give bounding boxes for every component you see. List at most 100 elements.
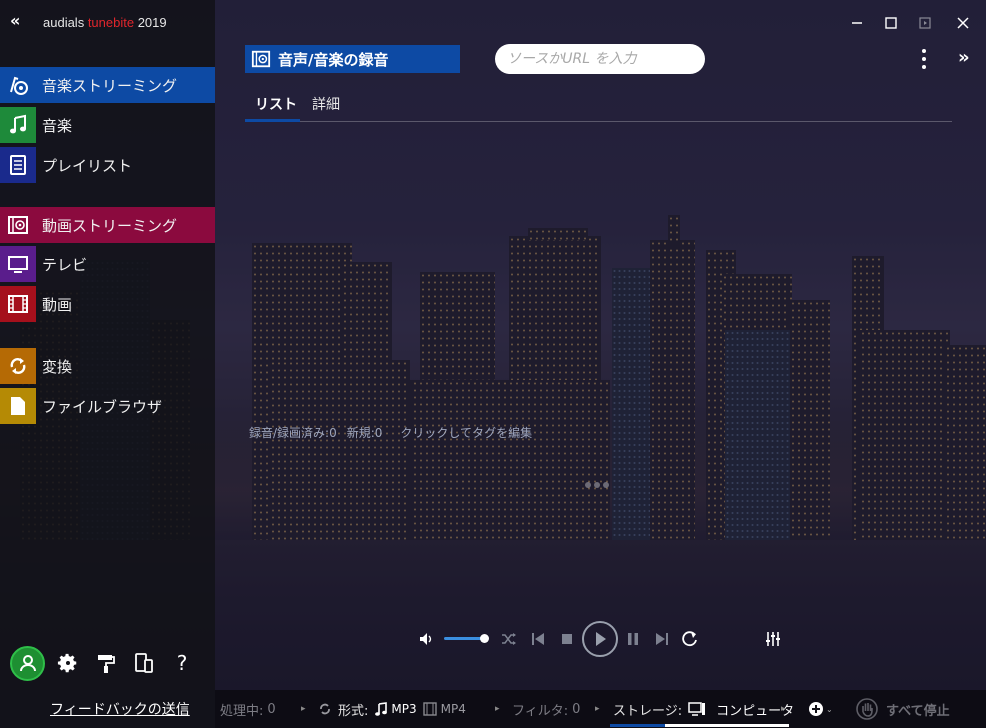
mini-mode-icon <box>919 17 931 29</box>
devices-button[interactable] <box>125 646 163 680</box>
new-label: 新規: <box>346 426 375 440</box>
add-button[interactable]: ⌄ <box>808 690 833 728</box>
sidebar-item-music[interactable]: 音楽 <box>0 107 215 143</box>
format-selector[interactable]: 形式: MP3 MP4 <box>318 690 466 728</box>
sidebar-item-label: 音楽 <box>42 116 73 135</box>
filter-status[interactable]: フィルタ: 0 <box>512 690 580 728</box>
storage-selector[interactable]: ストレージ: コンピュータ <box>613 690 794 728</box>
expand-panel-button[interactable]: » <box>958 47 970 68</box>
source-url-input[interactable] <box>495 44 705 74</box>
page-title-text: 音声/音楽の録音 <box>278 50 389 69</box>
volume-button[interactable] <box>417 621 437 657</box>
recorded-stat: 録音/録画済み:0 <box>249 424 337 441</box>
tab-details[interactable]: 詳細 <box>312 94 340 121</box>
sidebar-item-tv[interactable]: テレビ <box>0 246 215 282</box>
close-icon <box>957 17 969 29</box>
sidebar-item-convert[interactable]: 変換 <box>0 348 215 384</box>
tab-list[interactable]: リスト <box>255 94 297 121</box>
kebab-dot <box>922 57 926 61</box>
new-stat: 新規:0 <box>347 424 383 441</box>
sidebar-item-label: プレイリスト <box>42 156 133 175</box>
filter-count: 0 <box>572 701 581 717</box>
brand-highlight: tunebite <box>87 15 135 30</box>
format-audio: MP3 <box>391 702 417 716</box>
minimize-button[interactable] <box>846 12 868 34</box>
sidebar-item-label: テレビ <box>42 255 88 274</box>
playlist-icon <box>0 147 36 183</box>
chevron-down-icon: ⌄ <box>826 704 833 714</box>
volume-slider-handle[interactable] <box>479 634 489 643</box>
sidebar-item-label: 音楽ストリーミング <box>42 76 178 95</box>
view-tabs: リスト 詳細 <box>245 90 952 122</box>
close-button[interactable] <box>952 12 974 34</box>
next-button[interactable] <box>652 621 672 657</box>
convert-icon <box>0 348 36 384</box>
pause-button[interactable] <box>623 621 643 657</box>
help-icon: ? <box>176 651 188 675</box>
mini-mode-button[interactable] <box>914 12 936 34</box>
app-brand: audials tunebite 2019 <box>43 15 167 30</box>
stop-button[interactable] <box>557 621 577 657</box>
loading-indicator <box>585 482 609 488</box>
kebab-dot <box>922 65 926 69</box>
computer-icon <box>688 702 706 716</box>
next-icon <box>656 633 668 645</box>
gear-icon <box>57 653 77 673</box>
page-title: 音声/音楽の録音 <box>245 45 460 73</box>
shuffle-button[interactable] <box>499 621 519 657</box>
user-account-button[interactable] <box>10 645 45 681</box>
recording-stats: 録音/録画済み:0 新規:0 クリックしてタグを編集 <box>249 424 532 441</box>
previous-button[interactable] <box>528 621 548 657</box>
maximize-button[interactable] <box>880 12 902 34</box>
skin-button[interactable] <box>87 646 125 680</box>
repeat-icon <box>682 631 697 647</box>
sidebar-item-music-streaming[interactable]: 音楽ストリーミング <box>0 67 215 103</box>
edit-tags-link[interactable]: クリックしてタグを編集 <box>400 424 532 441</box>
sidebar-item-label: 変換 <box>42 357 73 376</box>
play-icon <box>596 632 606 646</box>
equalizer-button[interactable] <box>763 621 783 657</box>
stop-all-button[interactable]: すべて停止 <box>856 690 950 728</box>
sidebar-item-file-browser[interactable]: ファイルブラウザ <box>0 388 215 424</box>
sidebar-tools: ? <box>10 645 210 681</box>
new-count: 0 <box>374 426 383 440</box>
music-streaming-icon <box>0 67 36 103</box>
play-button[interactable] <box>582 621 618 657</box>
hand-stop-icon <box>856 698 878 720</box>
active-tab-indicator <box>245 119 300 122</box>
storage-indicator <box>610 724 789 727</box>
music-note-icon <box>375 702 388 716</box>
stop-all-label: すべて停止 <box>886 703 950 719</box>
previous-icon <box>532 633 544 645</box>
shuffle-icon <box>502 633 516 645</box>
pause-icon <box>628 633 638 645</box>
sidebar-header: « audials tunebite 2019 <box>0 0 215 44</box>
sidebar-item-video[interactable]: 動画 <box>0 286 215 322</box>
user-icon <box>19 655 36 672</box>
audio-recording-icon <box>251 50 271 68</box>
repeat-button[interactable] <box>679 621 701 657</box>
film-icon <box>422 702 437 716</box>
sidebar-item-playlist[interactable]: プレイリスト <box>0 147 215 183</box>
collapse-sidebar-button[interactable]: « <box>10 12 28 30</box>
sidebar-item-video-streaming[interactable]: 動画ストリーミング <box>0 207 215 243</box>
music-note-icon <box>0 107 36 143</box>
more-options-button[interactable] <box>914 46 934 72</box>
sidebar: « audials tunebite 2019 音楽ストリーミング 音楽 プレイ… <box>0 0 215 728</box>
add-icon <box>809 702 823 716</box>
recorded-count: 0 <box>329 426 337 440</box>
paint-roller-icon <box>98 655 115 673</box>
processing-status: 処理中: 0 <box>220 690 276 728</box>
status-bar: 処理中: 0 ▸ 形式: MP3 MP4 ▸ フィルタ: 0 ▸ ストレージ: コン… <box>215 690 986 728</box>
help-button[interactable]: ? <box>163 646 201 680</box>
sidebar-item-label: ファイルブラウザ <box>42 397 163 416</box>
stop-icon <box>562 634 572 644</box>
convert-icon <box>320 703 330 715</box>
format-video: MP4 <box>440 702 466 716</box>
sidebar-item-label: 動画 <box>42 295 73 314</box>
tv-icon <box>0 246 36 282</box>
settings-button[interactable] <box>49 646 87 680</box>
feedback-link[interactable]: フィードバックの送信 <box>50 699 190 719</box>
brand-suffix: 2019 <box>134 15 167 30</box>
filter-label: フィルタ: <box>512 703 569 719</box>
